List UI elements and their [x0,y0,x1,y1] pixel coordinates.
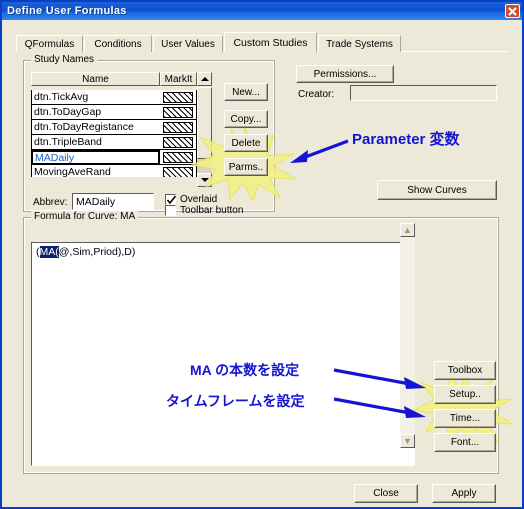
formula-text-before: ( [36,246,40,258]
apply-button[interactable]: Apply [432,484,496,503]
row-markit[interactable] [160,150,197,165]
tab-label: Conditions [94,38,142,50]
tab-label: QFormulas [24,38,75,50]
annotation-timeframe: タイムフレームを設定 [166,393,305,409]
abbrev-label: Abbrev: [33,197,68,208]
formula-scrollbar[interactable]: ▲ ▼ [400,223,415,448]
formula-scroll-down-button[interactable]: ▼ [400,434,415,448]
toolbar-button-checkbox[interactable] [165,205,176,216]
font-button-label: Font... [450,437,480,448]
tab-user-values[interactable]: User Values [153,35,223,52]
formula-text: (MA(@,Sim,Priod),D) [36,246,135,258]
scrollbar-down-button[interactable] [197,173,212,187]
setup-button-label: Setup.. [449,389,481,400]
triangle-up-icon [200,77,209,81]
table-row[interactable]: dtn.TripleBand [31,135,197,150]
hatch-pattern-icon [163,121,193,133]
table-row[interactable]: dtn.TickAvg [31,90,197,105]
row-name-edit-input[interactable]: MADaily [31,150,160,165]
time-button-label: Time... [449,413,481,424]
table-row-selected[interactable]: MADaily [31,150,197,165]
tab-qformulas[interactable]: QFormulas [16,35,83,52]
tab-label: User Values [161,38,215,50]
close-icon [508,7,517,15]
triangle-down-icon [200,178,209,182]
permissions-button[interactable]: Permissions... [296,65,394,83]
toolbox-button-label: Toolbox [447,365,483,376]
annotation-arrow-parms [290,139,349,163]
tab-custom-studies[interactable]: Custom Studies [224,32,317,53]
window-title: Define User Formulas [7,5,127,17]
row-name[interactable]: dtn.TripleBand [31,135,160,150]
annotation-ma-count: MA の本数を設定 [190,362,300,378]
scrollbar-thumb[interactable] [197,87,212,159]
new-button-label: New... [232,86,260,98]
setup-button[interactable]: Setup.. [434,385,496,404]
row-markit[interactable] [160,135,197,150]
formula-scroll-up-button[interactable]: ▲ [400,223,415,237]
hatch-pattern-icon [163,166,193,177]
hatch-pattern-icon [163,106,193,118]
close-button[interactable] [505,4,520,18]
table-row[interactable]: dtn.ToDayGap [31,105,197,120]
scroll-up-header-button[interactable] [197,72,212,86]
hatch-pattern-icon [163,136,193,148]
row-markit[interactable] [160,105,197,120]
new-button[interactable]: New... [224,83,268,101]
study-list-header: Name MarkIt [31,72,212,86]
toolbar-button-label: Toolbar button [180,205,244,216]
column-header-name[interactable]: Name [31,72,160,86]
column-header-markit[interactable]: MarkIt [160,72,197,86]
overlaid-checkbox[interactable] [165,194,177,205]
abbrev-input[interactable]: MADaily [72,193,154,210]
formula-text-after: @,Sim,Priod),D) [58,246,136,258]
row-name[interactable]: dtn.TickAvg [31,90,160,105]
permissions-button-label: Permissions... [313,68,377,80]
row-markit[interactable] [160,165,197,177]
hatch-pattern-icon [163,151,193,163]
delete-button[interactable]: Delete [224,134,268,152]
formula-editor[interactable]: (MA(@,Sim,Priod),D) [31,242,415,466]
table-row[interactable]: MovingAveRand [31,165,197,177]
define-user-formulas-dialog: Define User Formulas QFormulas Condition… [0,0,524,509]
creator-label: Creator: [298,89,335,100]
study-list-scrollbar[interactable] [197,87,212,187]
row-markit[interactable] [160,90,197,105]
copy-button[interactable]: Copy... [224,110,268,128]
apply-button-label: Apply [451,488,477,499]
formula-group-label: Formula for Curve: MA [31,211,139,222]
row-name[interactable]: MovingAveRand [31,165,160,177]
study-names-group-label: Study Names [31,54,98,65]
hatch-pattern-icon [163,91,193,103]
time-button[interactable]: Time... [434,409,496,428]
font-button[interactable]: Font... [434,433,496,452]
tab-strip: QFormulas Conditions User Values Custom … [16,32,508,53]
row-name[interactable]: dtn.ToDayRegistance [31,120,160,135]
table-row[interactable]: dtn.ToDayRegistance [31,120,197,135]
copy-button-label: Copy... [230,113,262,125]
title-bar: Define User Formulas [2,2,522,20]
formula-text-selected: MA( [39,246,59,258]
toolbox-button[interactable]: Toolbox [434,361,496,380]
close-dialog-button[interactable]: Close [354,484,418,503]
close-dialog-button-label: Close [373,488,399,499]
tab-trade-systems[interactable]: Trade Systems [318,35,401,52]
overlaid-label: Overlaid [180,194,218,205]
show-curves-button-label: Show Curves [407,184,467,196]
show-curves-button[interactable]: Show Curves [377,180,497,200]
parms-button-label: Parms.. [228,161,264,173]
tab-label: Custom Studies [233,36,308,49]
chevron-down-icon: ▼ [403,435,412,446]
parms-button[interactable]: Parms.. [224,158,268,176]
tab-conditions[interactable]: Conditions [84,35,152,52]
delete-button-label: Delete [231,137,261,149]
creator-field [350,85,497,101]
dialog-client-area: QFormulas Conditions User Values Custom … [2,20,522,507]
row-name[interactable]: dtn.ToDayGap [31,105,160,120]
chevron-up-icon: ▲ [403,224,412,235]
tab-label: Trade Systems [326,38,393,50]
row-markit[interactable] [160,120,197,135]
annotation-parameter: Parameter 変数 [352,131,460,148]
study-names-list[interactable]: dtn.TickAvg dtn.ToDayGap dtn.ToDayRegist… [31,90,197,196]
